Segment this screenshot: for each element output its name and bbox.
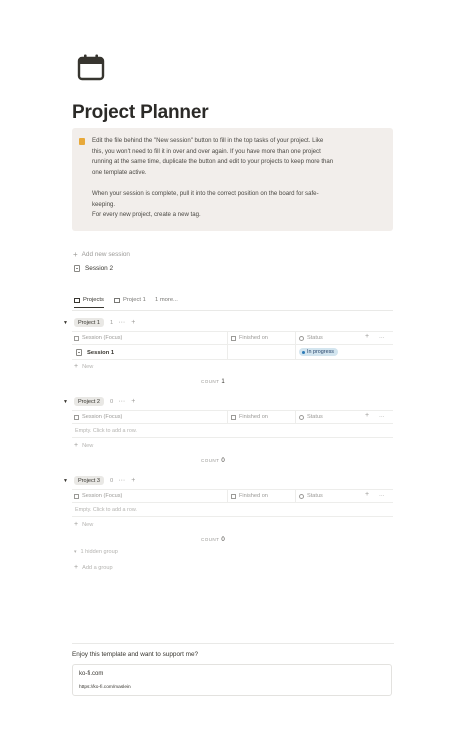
- group-count: 1: [110, 319, 114, 326]
- collapse-caret-icon[interactable]: ▼: [63, 320, 68, 326]
- page-icon: [76, 349, 82, 356]
- text-property-icon: [74, 493, 79, 499]
- group-tag[interactable]: Project 1: [73, 318, 105, 327]
- board-icon: [114, 297, 120, 303]
- table-row[interactable]: Session 1 In progress: [72, 345, 393, 360]
- row-name[interactable]: Session 1: [76, 349, 114, 356]
- collapse-caret-icon[interactable]: ▼: [63, 399, 68, 405]
- more-icon[interactable]: ···: [118, 398, 125, 405]
- callout-text[interactable]: Edit the file behind the "New session" b…: [92, 136, 384, 221]
- table-icon: [74, 297, 80, 303]
- group-header-project-1: ▼ Project 1 1 ··· +: [63, 318, 141, 327]
- tab-projects[interactable]: Projects: [74, 297, 104, 308]
- column-options-button[interactable]: ···: [379, 414, 385, 420]
- column-options-button[interactable]: ···: [379, 335, 385, 341]
- count-summary[interactable]: COUNT 0: [201, 458, 225, 464]
- plus-icon[interactable]: +: [131, 477, 135, 484]
- column-status[interactable]: Status: [299, 335, 323, 341]
- count-summary[interactable]: COUNT 0: [201, 537, 225, 543]
- status-dot-icon: [302, 350, 305, 354]
- lightbulb-icon: [79, 138, 85, 145]
- more-icon[interactable]: ···: [118, 477, 125, 484]
- collapse-caret-icon[interactable]: ▼: [63, 478, 68, 484]
- group-count: 0: [110, 477, 114, 484]
- group-header-project-2: ▼ Project 2 0 ··· +: [63, 397, 141, 406]
- column-finished-on[interactable]: Finished on: [231, 414, 268, 420]
- session-2-page-link[interactable]: Session 2: [74, 265, 113, 272]
- calendar-icon: [77, 54, 105, 81]
- new-row-button[interactable]: + New: [74, 521, 93, 528]
- group-tag[interactable]: Project 2: [73, 397, 105, 406]
- page-icon: [74, 265, 80, 272]
- table-header: Session (Focus) Finished on Status + ···: [72, 410, 393, 424]
- add-new-session-button[interactable]: + Add new session: [73, 250, 130, 259]
- table-header: Session (Focus) Finished on Status + ···: [72, 331, 393, 345]
- new-row-button[interactable]: + New: [74, 363, 93, 370]
- column-finished-on[interactable]: Finished on: [231, 335, 268, 341]
- plus-icon[interactable]: +: [131, 319, 135, 326]
- status-property-icon: [299, 414, 304, 420]
- table-header: Session (Focus) Finished on Status + ···: [72, 489, 393, 503]
- empty-table-row[interactable]: Empty. Click to add a row.: [72, 503, 393, 517]
- bookmark-link[interactable]: ko-fi.com https://ko-fi.com/maslein: [72, 664, 392, 696]
- count-summary[interactable]: COUNT 1: [201, 379, 225, 385]
- group-tag[interactable]: Project 3: [73, 476, 105, 485]
- group-count: 0: [110, 398, 114, 405]
- plus-icon: +: [74, 363, 79, 370]
- column-session[interactable]: Session (Focus): [74, 414, 122, 420]
- bookmark-url: https://ko-fi.com/maslein: [79, 685, 131, 690]
- text-property-icon: [74, 414, 79, 420]
- support-text: Enjoy this template and want to support …: [72, 651, 199, 658]
- plus-icon: +: [74, 564, 79, 571]
- database-view-tabs: Projects Project 1 1 more...: [72, 296, 393, 311]
- add-column-button[interactable]: +: [365, 412, 369, 419]
- group-header-project-3: ▼ Project 3 0 ··· +: [63, 476, 141, 485]
- column-status[interactable]: Status: [299, 414, 323, 420]
- tab-project-1[interactable]: Project 1: [114, 297, 146, 303]
- more-icon[interactable]: ···: [118, 319, 125, 326]
- page-title: Project Planner: [72, 102, 209, 123]
- new-row-button[interactable]: + New: [74, 442, 93, 449]
- calendar-property-icon: [231, 335, 236, 341]
- column-status[interactable]: Status: [299, 493, 323, 499]
- status-property-icon: [299, 493, 304, 499]
- column-finished-on[interactable]: Finished on: [231, 493, 268, 499]
- empty-table-row[interactable]: Empty. Click to add a row.: [72, 424, 393, 438]
- column-session[interactable]: Session (Focus): [74, 493, 122, 499]
- status-badge[interactable]: In progress: [299, 348, 338, 357]
- hidden-groups-toggle[interactable]: ▾ 1 hidden group: [74, 549, 118, 555]
- chevron-down-icon: ▾: [74, 549, 77, 555]
- column-options-button[interactable]: ···: [379, 493, 385, 499]
- column-session[interactable]: Session (Focus): [74, 335, 122, 341]
- tab-more[interactable]: 1 more...: [155, 297, 178, 303]
- add-column-button[interactable]: +: [365, 333, 369, 340]
- divider: [72, 643, 394, 644]
- bookmark-title: ko-fi.com: [79, 671, 104, 677]
- plus-icon[interactable]: +: [131, 398, 135, 405]
- text-property-icon: [74, 335, 79, 341]
- add-group-button[interactable]: + Add a group: [74, 564, 113, 571]
- plus-icon: +: [74, 442, 79, 449]
- add-column-button[interactable]: +: [365, 491, 369, 498]
- calendar-property-icon: [231, 414, 236, 420]
- info-callout: Edit the file behind the "New session" b…: [72, 128, 393, 231]
- calendar-property-icon: [231, 493, 236, 499]
- plus-icon: +: [73, 250, 78, 259]
- status-property-icon: [299, 335, 304, 341]
- plus-icon: +: [74, 521, 79, 528]
